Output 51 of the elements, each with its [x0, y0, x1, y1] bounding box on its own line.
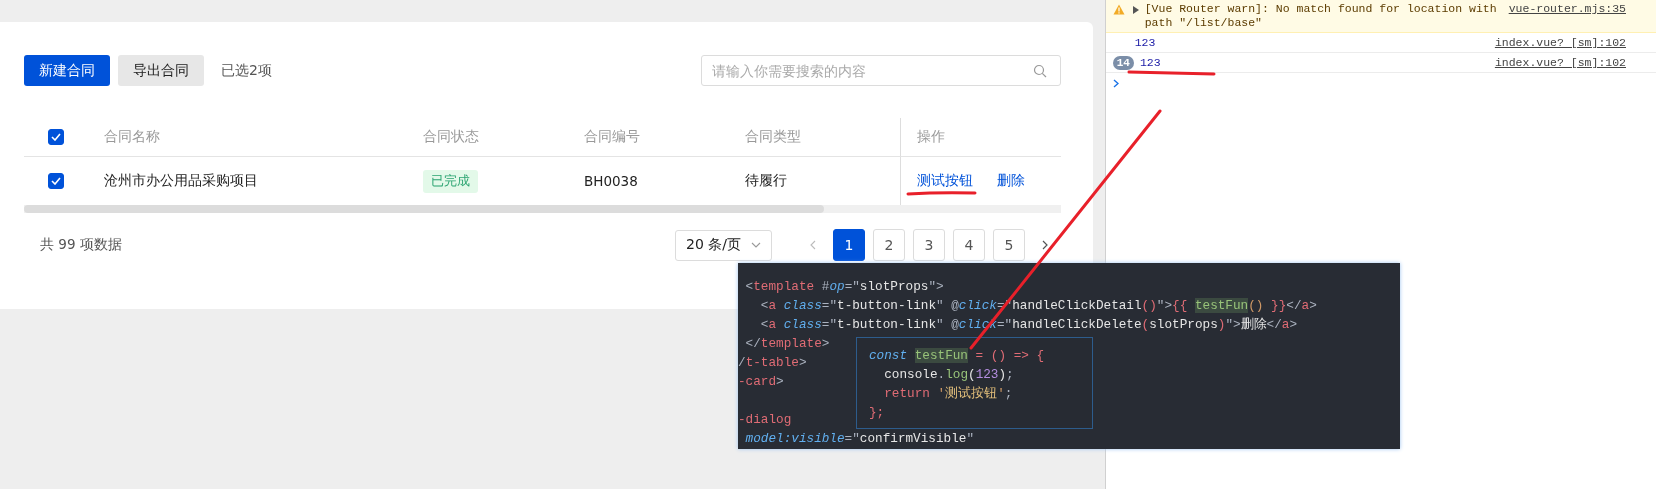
console-message: 123 [1139, 56, 1162, 70]
repeat-count-badge: 14 [1112, 56, 1134, 70]
source-link[interactable]: index.vue? [sm]:102 [1494, 56, 1626, 70]
column-header: 操作 [917, 128, 945, 146]
table-cell: 待履行 [745, 172, 787, 190]
checkbox[interactable] [48, 173, 64, 189]
code-line: }; [869, 405, 885, 420]
page-size-select[interactable]: 20 条/页 [675, 229, 772, 261]
delete-link[interactable]: 删除 [997, 172, 1025, 190]
column-header: 合同名称 [104, 128, 160, 146]
column-header: 合同编号 [584, 128, 640, 146]
create-button[interactable]: 新建合同 [24, 55, 110, 86]
test-link[interactable]: 测试按钮 [917, 172, 973, 190]
source-link[interactable]: index.vue? [sm]:102 [1494, 36, 1626, 50]
code-line: <template #op="slotProps"> [744, 279, 944, 294]
code-line: console.log(123); [883, 367, 1014, 382]
code-line: /t-table> [738, 355, 807, 370]
total-count: 共 99 项数据 [40, 236, 122, 254]
column-header: 合同状态 [423, 128, 479, 146]
page-button[interactable]: 5 [993, 229, 1025, 261]
console-message: [Vue Router warn]: No match found for location with path "/list/base" [1144, 2, 1498, 30]
page-button[interactable]: 4 [953, 229, 985, 261]
scrollbar[interactable] [24, 205, 1061, 213]
search-icon [1033, 64, 1047, 78]
code-line: -dialog [738, 412, 792, 427]
console-message: 123 [1134, 36, 1157, 50]
check-icon [51, 177, 61, 185]
export-button[interactable]: 导出合同 [118, 55, 204, 86]
code-line: -card> [738, 374, 784, 389]
checkbox[interactable] [48, 129, 64, 145]
code-line: model:visible="confirmVisible" [744, 431, 975, 446]
selection-count: 已选2项 [221, 61, 272, 80]
chevron-right-icon[interactable] [1042, 240, 1048, 250]
warning-icon [1112, 4, 1125, 15]
search-field[interactable]: 请输入你需要搜索的内容 [701, 55, 1061, 86]
check-icon [51, 133, 61, 141]
source-link[interactable]: vue-router.mjs:35 [1508, 2, 1626, 16]
page-button[interactable]: 3 [913, 229, 945, 261]
page-size-value: 20 条/页 [686, 236, 741, 254]
page-button[interactable]: 1 [833, 229, 865, 261]
chevron-down-icon [751, 242, 761, 248]
code-line: </template> [744, 336, 830, 351]
table-cell: 沧州市办公用品采购项目 [104, 172, 258, 190]
table-cell: BH0038 [584, 173, 638, 189]
status-tag: 已完成 [423, 169, 478, 193]
code-line: const testFun = () => { [869, 348, 1045, 363]
prompt-chevron-icon [1112, 79, 1119, 88]
code-line: return '测试按钮'; [883, 386, 1013, 401]
expand-arrow-icon [1132, 5, 1139, 14]
page-button[interactable]: 2 [873, 229, 905, 261]
column-header: 合同类型 [745, 128, 801, 146]
